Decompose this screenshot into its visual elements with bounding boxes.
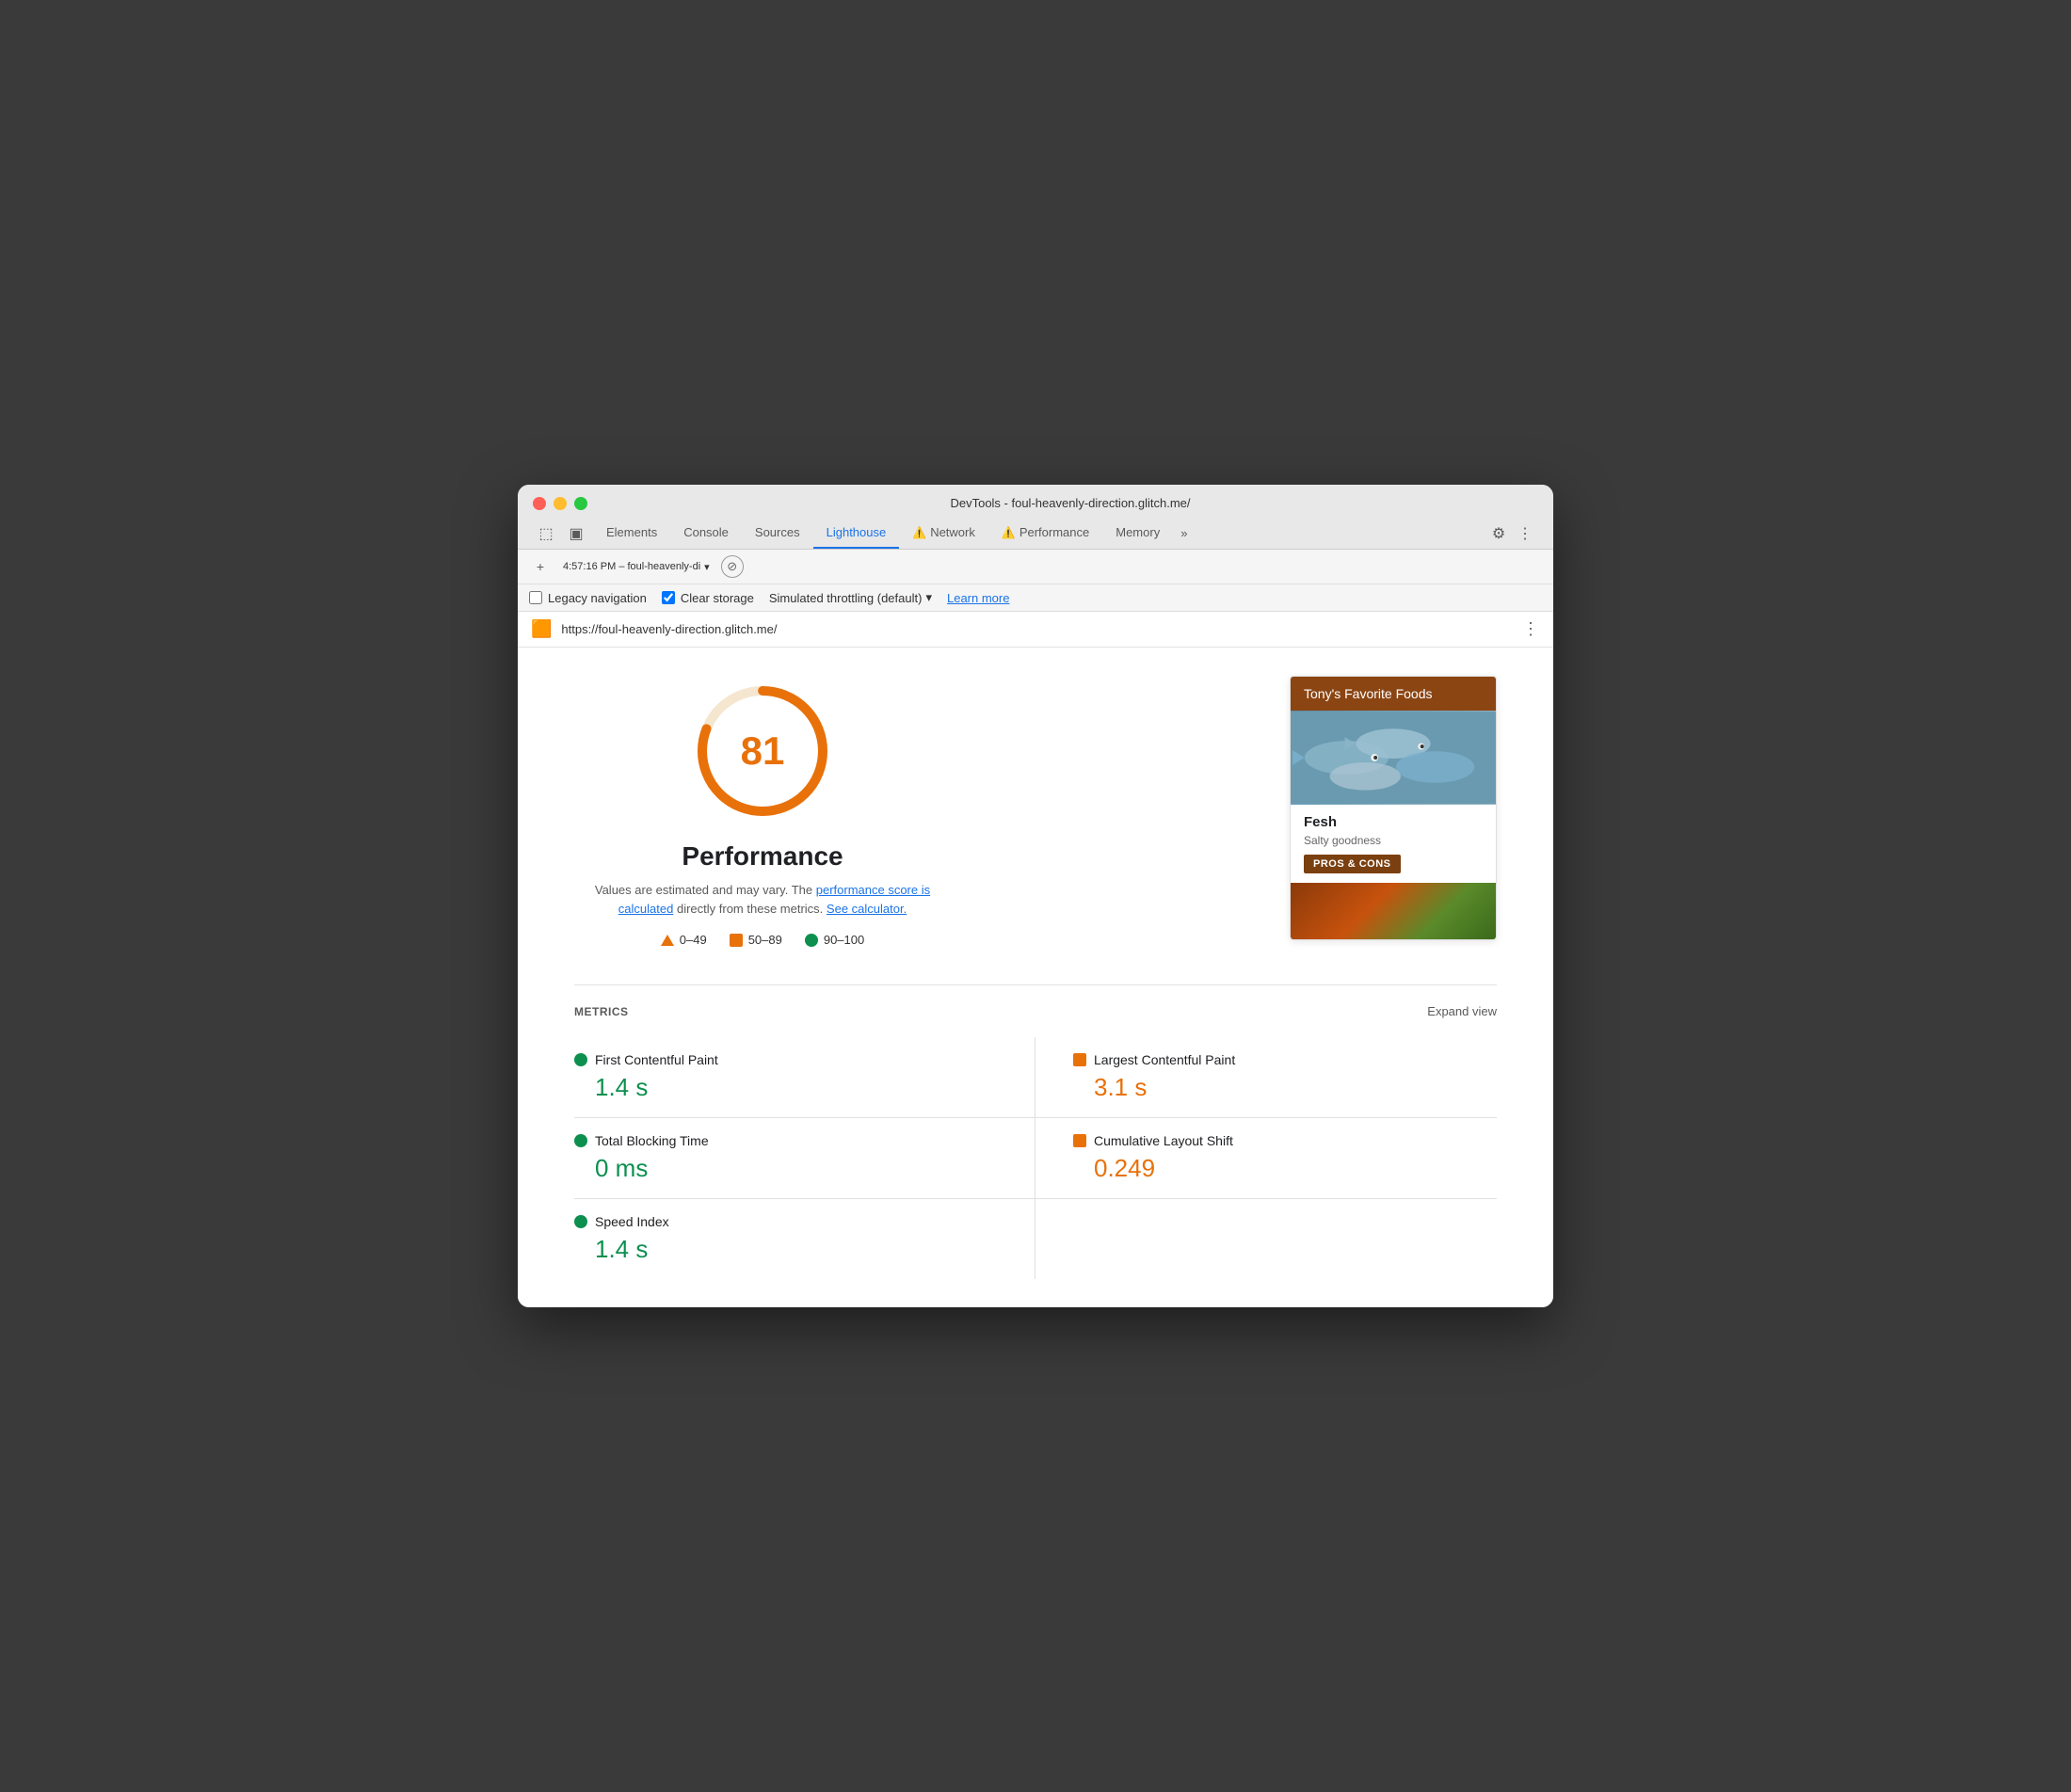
pros-cons-button[interactable]: PROS & CONS [1304,855,1401,873]
metric-tbt: Total Blocking Time 0 ms [574,1118,1036,1199]
food-card-image [1291,711,1496,805]
tab-network[interactable]: ⚠️ Network [899,518,988,549]
tbt-label: Total Blocking Time [595,1133,709,1148]
fcp-label: First Contentful Paint [595,1052,718,1067]
throttle-label: Simulated throttling (default) [769,591,923,605]
session-label: 4:57:16 PM – foul-heavenly-di [563,561,700,572]
more-tabs-button[interactable]: » [1173,519,1195,548]
desc-mid: directly from these metrics. [677,902,823,916]
toolbar: + 4:57:16 PM – foul-heavenly-di ▾ ⊘ [518,550,1553,584]
score-section: 81 Performance Values are estimated and … [574,676,1497,947]
device-icon[interactable]: ▣ [563,520,589,547]
good-icon [805,934,818,947]
lcp-status-icon [1073,1053,1086,1066]
lcp-value: 3.1 s [1094,1073,1497,1102]
more-options-icon[interactable]: ⋮ [1512,520,1538,547]
url-more-icon[interactable]: ⋮ [1522,619,1540,639]
throttle-select[interactable]: Simulated throttling (default) ▾ [769,590,932,605]
score-legend: 0–49 50–89 90–100 [661,933,864,947]
main-content: 81 Performance Values are estimated and … [518,648,1553,1307]
fail-icon [661,935,674,946]
clear-storage-label: Clear storage [681,591,754,605]
metric-fcp-name-row: First Contentful Paint [574,1052,997,1067]
tab-bar: ⬚ ▣ Elements Console Sources Lighthouse … [533,518,1538,549]
tab-performance[interactable]: ⚠️ Performance [988,518,1102,549]
url-bar: 🟧 https://foul-heavenly-direction.glitch… [518,612,1553,648]
cls-value: 0.249 [1094,1154,1497,1183]
legacy-navigation-input[interactable] [529,591,542,604]
metric-si: Speed Index 1.4 s [574,1199,1036,1279]
tab-memory[interactable]: Memory [1102,518,1173,549]
performance-gauge: 81 [687,676,838,826]
learn-more-link[interactable]: Learn more [947,591,1009,605]
fcp-value: 1.4 s [595,1073,997,1102]
legacy-navigation-checkbox[interactable]: Legacy navigation [529,591,647,605]
chevron-down-icon: ▾ [704,561,710,573]
si-value: 1.4 s [595,1235,997,1264]
clear-storage-checkbox[interactable]: Clear storage [662,591,754,605]
fail-range: 0–49 [680,933,707,947]
food-item-name: Fesh [1304,814,1483,830]
metric-cls-name-row: Cumulative Layout Shift [1073,1133,1497,1148]
settings-icon[interactable]: ⚙ [1485,520,1512,547]
devtools-window: DevTools - foul-heavenly-direction.glitc… [518,485,1553,1307]
legend-good: 90–100 [805,933,864,947]
food-card-body: Fesh Salty goodness PROS & CONS [1291,805,1496,883]
calculator-link[interactable]: See calculator. [827,902,907,916]
inspect-icon[interactable]: ⬚ [533,520,559,547]
maximize-button[interactable] [574,497,587,510]
average-range: 50–89 [748,933,782,947]
fcp-status-icon [574,1053,587,1066]
cls-status-icon [1073,1134,1086,1147]
metric-si-name-row: Speed Index [574,1214,997,1229]
score-description: Values are estimated and may vary. The p… [574,881,951,918]
window-title: DevTools - foul-heavenly-direction.glitc… [602,496,1538,510]
good-range: 90–100 [824,933,864,947]
gauge-score: 81 [741,728,785,774]
tbt-value: 0 ms [595,1154,997,1183]
no-throttle-icon[interactable]: ⊘ [721,555,744,578]
metrics-section: METRICS Expand view First Contentful Pai… [574,984,1497,1279]
food-card-second-image [1291,883,1496,939]
close-button[interactable] [533,497,546,510]
food-item-desc: Salty goodness [1304,834,1483,847]
metric-cls: Cumulative Layout Shift 0.249 [1036,1118,1497,1199]
expand-view-button[interactable]: Expand view [1427,1004,1497,1018]
score-title: Performance [682,841,843,872]
tab-elements[interactable]: Elements [593,518,670,549]
lcp-label: Largest Contentful Paint [1094,1052,1235,1067]
si-label: Speed Index [595,1214,669,1229]
session-selector[interactable]: 4:57:16 PM – foul-heavenly-di ▾ [563,561,710,573]
metric-tbt-name-row: Total Blocking Time [574,1133,997,1148]
metric-lcp: Largest Contentful Paint 3.1 s [1036,1037,1497,1118]
average-icon [730,934,743,947]
legend-fail: 0–49 [661,933,707,947]
cls-label: Cumulative Layout Shift [1094,1133,1233,1148]
tab-sources[interactable]: Sources [742,518,813,549]
food-card-preview: Tony's Favorite Foods [1290,676,1497,940]
titlebar: DevTools - foul-heavenly-direction.glitc… [518,485,1553,550]
metric-lcp-name-row: Largest Contentful Paint [1073,1052,1497,1067]
score-left: 81 Performance Values are estimated and … [574,676,951,947]
food-card-title: Tony's Favorite Foods [1291,677,1496,711]
metrics-grid: First Contentful Paint 1.4 s Largest Con… [574,1037,1497,1279]
minimize-button[interactable] [554,497,567,510]
chevron-down-icon: ▾ [925,590,932,605]
options-bar: Legacy navigation Clear storage Simulate… [518,584,1553,612]
page-icon: 🟧 [531,619,552,639]
traffic-lights [533,497,587,510]
legend-average: 50–89 [730,933,782,947]
add-session-icon[interactable]: + [529,555,552,578]
url-text: https://foul-heavenly-direction.glitch.m… [561,622,1513,636]
clear-storage-input[interactable] [662,591,675,604]
si-status-icon [574,1215,587,1228]
metric-fcp: First Contentful Paint 1.4 s [574,1037,1036,1118]
metrics-label: METRICS [574,1005,629,1018]
metrics-header: METRICS Expand view [574,1004,1497,1018]
tbt-status-icon [574,1134,587,1147]
legacy-navigation-label: Legacy navigation [548,591,647,605]
tab-lighthouse[interactable]: Lighthouse [813,518,900,549]
tab-console[interactable]: Console [670,518,742,549]
